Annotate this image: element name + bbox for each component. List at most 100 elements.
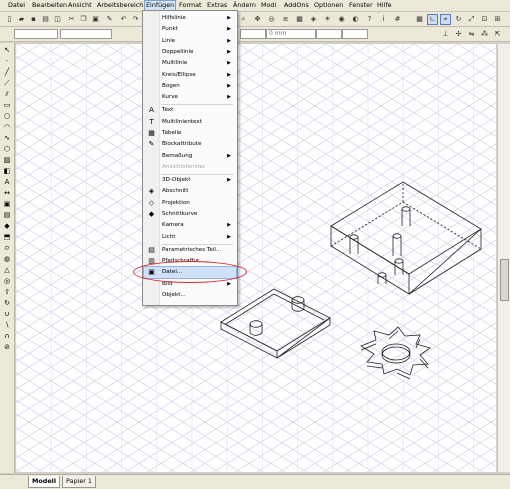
menu-item-doppellinie[interactable]: Doppellinie ▶ [144,47,236,58]
arc-icon[interactable]: ◠ [2,123,12,132]
intersect-icon[interactable]: ∩ [2,332,12,341]
cylinder-icon[interactable]: ⌭ [2,244,12,253]
dimension-dropdown[interactable] [342,29,368,39]
menu-item-schnittkurve[interactable]: ◆ Schnittkurve [144,209,236,220]
material-icon[interactable]: ◉ [336,14,347,25]
curve-icon[interactable]: ∿ [2,134,12,143]
layers-icon[interactable]: ≡ [280,14,291,25]
menu-format[interactable]: Format [179,1,202,10]
align-icon[interactable]: ⊥ [440,29,451,40]
zoom-window-icon[interactable]: ⊡ [479,14,490,25]
ortho-icon[interactable]: ∟ [427,14,438,25]
linetype-dropdown[interactable] [240,29,266,39]
brush-icon[interactable]: ✎ [104,14,115,25]
print-preview-icon[interactable]: ◫ [52,14,63,25]
drawing-canvas[interactable] [16,44,496,472]
block-icon[interactable]: ▣ [2,200,12,209]
menu-item-hilfslinie[interactable]: Hilfslinie ▶ [144,13,236,24]
save-icon[interactable]: ▪ [28,14,39,25]
camera-icon[interactable]: ◐ [350,14,361,25]
menu-fenster[interactable]: Fenster [349,1,373,10]
cone-icon[interactable]: △ [2,266,12,275]
menu-item-multilinie[interactable]: Multilinie ▶ [144,58,236,69]
solid-icon[interactable]: ◆ [2,222,12,231]
new-file-icon[interactable]: ▯ [4,14,15,25]
double-line-icon[interactable]: ⫽ [2,90,12,99]
torus-icon[interactable]: ◎ [2,277,12,286]
fill-icon[interactable]: ◧ [2,167,12,176]
circle-icon[interactable]: ○ [2,112,12,121]
subtract-icon[interactable]: ∖ [2,321,12,330]
undo-icon[interactable]: ↶ [118,14,129,25]
tab-paper-1[interactable]: Papier 1 [62,476,96,488]
rotate-view-icon[interactable]: ↻ [453,14,464,25]
lineweight-field[interactable]: 0 mm [266,29,316,39]
scale-icon[interactable]: ⇱ [492,29,503,40]
image-icon[interactable]: ▤ [2,211,12,220]
line-icon[interactable]: ╱ [2,68,12,77]
grid-icon[interactable]: # [392,14,403,25]
section-icon[interactable]: ⊘ [2,343,12,352]
revolve-icon[interactable]: ↻ [2,299,12,308]
tab-model[interactable]: Modell [28,476,61,488]
menu-ansicht[interactable]: Ansicht [68,1,92,10]
dimension-icon[interactable]: ↔ [2,189,12,198]
pan-icon[interactable]: ✥ [252,14,263,25]
scrollbar-thumb[interactable] [500,259,509,301]
menu-item-multilinientext[interactable]: T Multilinientext [144,117,236,128]
fit-view-icon[interactable]: ⤢ [466,14,477,25]
menu-hilfe[interactable]: Hilfe [377,1,392,10]
zoom-icon[interactable]: ⌕ [238,14,249,25]
menu-item-bemaßung[interactable]: Bemaßung ▶ [144,151,236,162]
array-icon[interactable]: ⁂ [479,29,490,40]
point-icon[interactable]: · [2,57,12,66]
extrude-icon[interactable]: ⇧ [2,288,12,297]
rectangle-icon[interactable]: ▭ [2,101,12,110]
render-icon[interactable]: ◈ [308,14,319,25]
open-folder-icon[interactable]: ▰ [16,14,27,25]
light-icon[interactable]: ☀ [322,14,333,25]
cut-icon[interactable]: ✂ [66,14,77,25]
menu-item-3d-objekt[interactable]: 3D-Objekt ▶ [144,175,236,186]
polygon-icon[interactable]: ⬡ [2,145,12,154]
menu-item-linie[interactable]: Linie ▶ [144,36,236,47]
menu-aendern[interactable]: Ändern [233,1,256,10]
zoom-all-icon[interactable]: ⊞ [492,14,503,25]
snap-grid-icon[interactable]: ▦ [414,14,425,25]
snap-point-icon[interactable]: ⌖ [440,14,451,25]
paste-icon[interactable]: ▣ [90,14,101,25]
text-icon[interactable]: A [2,178,12,187]
print-icon[interactable]: ▤ [40,14,51,25]
menu-item-text[interactable]: A Text [144,105,236,116]
sphere-icon[interactable]: ◍ [2,255,12,264]
menu-item-parametrisches-teil[interactable]: ▤ Parametrisches Teil... [144,245,236,256]
menu-item-objekt[interactable]: Objekt... [144,290,236,301]
layer-dropdown[interactable] [14,29,58,39]
hatch-icon[interactable]: ▨ [2,156,12,165]
select-arrow-icon[interactable]: ↖ [2,46,12,55]
box-icon[interactable]: ⬒ [2,233,12,242]
menu-item-projektion[interactable]: ◇ Projektion [144,198,236,209]
menu-item-kamera[interactable]: Kamera ▶ [144,220,236,231]
view-icon[interactable]: ◎ [266,14,277,25]
menu-arbeitsbereich[interactable]: Arbeitsbereich [97,1,143,10]
vertical-scrollbar[interactable] [497,44,510,472]
menu-item-blockattribute[interactable]: ✎ Blockattribute [144,139,236,150]
menu-item-kurve[interactable]: Kurve ▶ [144,92,236,103]
menu-item-licht[interactable]: Licht ▶ [144,232,236,243]
menu-datei[interactable]: Datei [8,1,25,10]
copy-icon[interactable]: ❐ [78,14,89,25]
menu-item-bogen[interactable]: Bogen ▶ [144,81,236,92]
menu-modi[interactable]: Modi [261,1,276,10]
style-dropdown[interactable] [316,29,342,39]
menu-item-punkt[interactable]: Punkt ▶ [144,24,236,35]
menu-optionen[interactable]: Optionen [314,1,343,10]
menu-bearbeiten[interactable]: Bearbeiten [32,1,67,10]
menu-extras[interactable]: Extras [207,1,227,10]
help-icon[interactable]: ? [364,14,375,25]
polyline-icon[interactable]: ⟋ [2,79,12,88]
properties-icon[interactable]: ▦ [294,14,305,25]
color-dropdown[interactable] [60,29,112,39]
menu-einfuegen[interactable]: Einfügen [143,0,177,11]
menu-item-abschnitt[interactable]: ◈ Abschnitt [144,186,236,197]
